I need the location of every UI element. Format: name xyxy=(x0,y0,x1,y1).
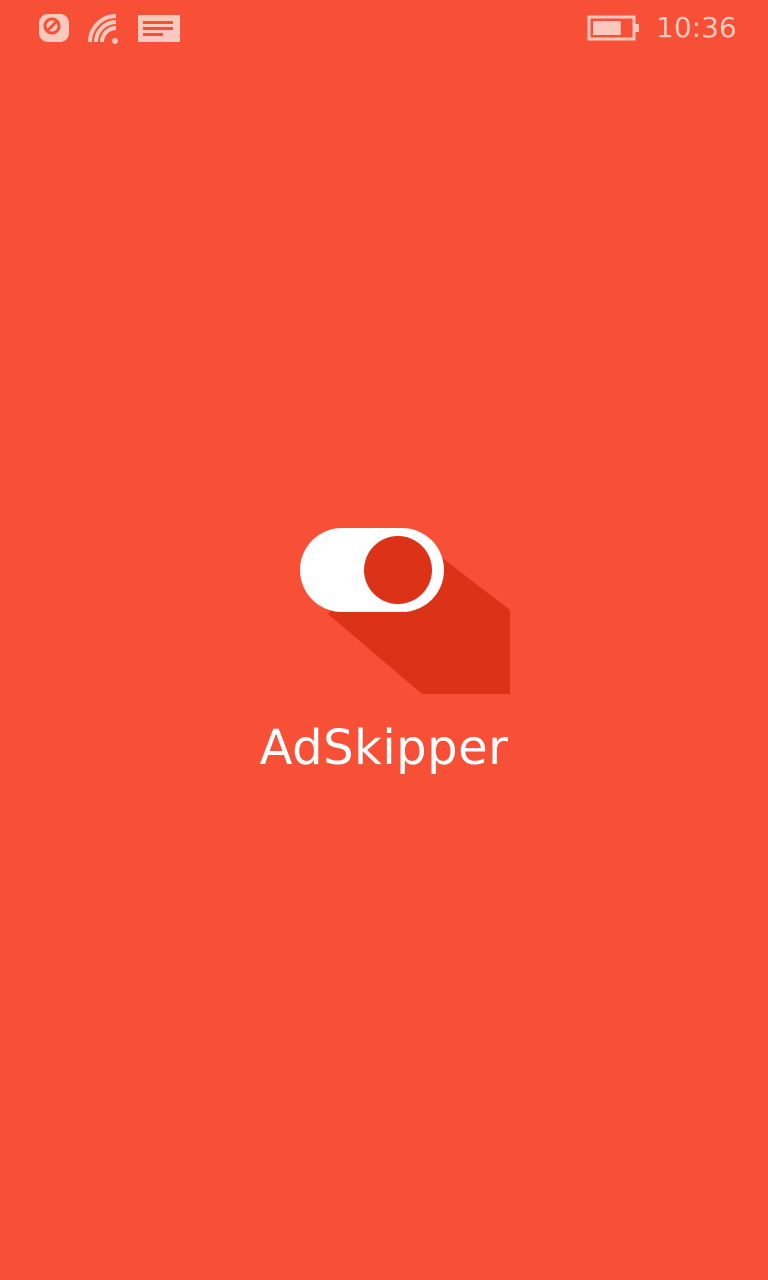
splash-screen: 10:36 AdSkipper xyxy=(0,0,768,1280)
sync-icon xyxy=(37,12,71,44)
toggle-knob xyxy=(364,536,432,604)
status-bar: 10:36 xyxy=(0,0,768,56)
app-logo xyxy=(294,526,514,698)
battery-icon xyxy=(587,14,641,42)
app-name: AdSkipper xyxy=(259,720,509,776)
wifi-icon xyxy=(86,12,122,44)
message-icon xyxy=(137,12,181,44)
clock: 10:36 xyxy=(656,11,737,44)
